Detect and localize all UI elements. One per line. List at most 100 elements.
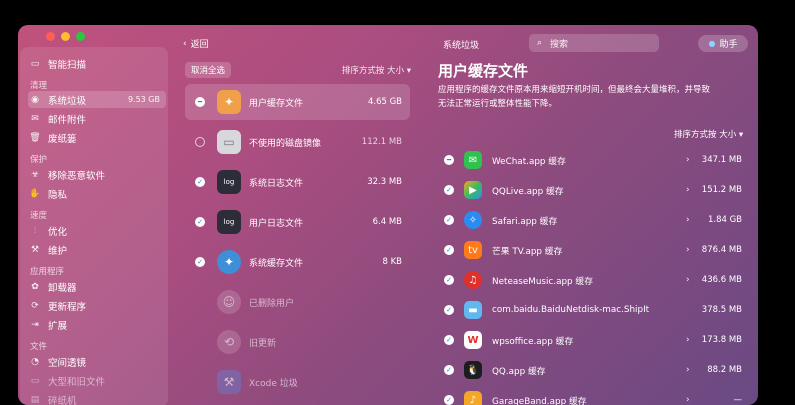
sidebar-item-mail[interactable]: ✉ 邮件附件: [28, 110, 166, 127]
system-junk-size: 9.53 GB: [127, 95, 160, 104]
unchecked-circle-icon[interactable]: [195, 137, 205, 147]
checkmark-icon[interactable]: ✓: [444, 245, 454, 255]
uninstall-icon: ✿: [31, 281, 39, 292]
cache-row[interactable]: ✓ ▬ com.baidu.BaiduNetdisk-mac.ShipIt 37…: [438, 295, 748, 325]
cache-row[interactable]: ✓ tv 芒果 TV.app 缓存 › 876.4 MB: [438, 235, 748, 265]
monitor-icon: ▭: [30, 58, 40, 69]
log-file-icon: log: [217, 170, 241, 194]
chevron-right-icon[interactable]: ›: [686, 275, 690, 285]
assistant-button[interactable]: ● 助手: [698, 35, 748, 52]
close-button[interactable]: [46, 32, 55, 41]
ghost-user-icon: ☺: [217, 290, 241, 314]
chevron-left-icon: ‹: [183, 38, 187, 49]
checkmark-icon[interactable]: ✓: [195, 217, 205, 227]
sidebar-item-maintain[interactable]: ⚒ 维护: [28, 241, 166, 258]
sidebar-item-space-lens[interactable]: ◔ 空间透镜: [28, 353, 166, 370]
checkmark-icon[interactable]: ✓: [444, 335, 454, 345]
hand-icon: ✋: [29, 188, 41, 199]
category-row[interactable]: ▭ 不使用的磁盘镜像 112.1 MB: [185, 124, 410, 160]
sidebar-item-privacy[interactable]: ✋ 隐私: [28, 185, 166, 202]
update-icon: ⟳: [31, 300, 39, 311]
middle-header: 取消全选 排序方式按 大小 ▾: [185, 62, 411, 78]
sidebar-item-large-files[interactable]: ▭ 大型和旧文件: [28, 372, 166, 389]
category-row[interactable]: ⟲ 旧更新: [185, 324, 410, 360]
section-files: 文件: [30, 342, 48, 352]
trash-bin-icon: ◉: [31, 94, 39, 105]
search-field[interactable]: ⌕ 搜索: [529, 34, 659, 52]
deselect-all-button[interactable]: 取消全选: [185, 62, 232, 78]
sidebar: ▭ 智能扫描 清理 ◉ 系统垃圾 9.53 GB ✉ 邮件附件 🗑 废纸篓 保护 ☣ 移除恶…: [20, 47, 168, 405]
category-row[interactable]: ✓ log 系统日志文件 32.3 MB: [185, 164, 410, 200]
section-clean: 清理: [30, 81, 48, 91]
folder-icon: ▭: [30, 375, 40, 386]
sidebar-item-shredder[interactable]: ▤ 碎纸机: [28, 391, 166, 405]
chevron-right-icon[interactable]: ›: [686, 365, 690, 375]
category-row[interactable]: ☺ 已删除用户: [185, 284, 410, 320]
sidebar-item-system-junk[interactable]: ◉ 系统垃圾 9.53 GB: [28, 91, 166, 108]
checkmark-icon[interactable]: ✓: [444, 185, 454, 195]
old-update-icon: ⟲: [217, 330, 241, 354]
mail-icon: ✉: [31, 113, 39, 124]
sidebar-item-smart-scan[interactable]: ▭ 智能扫描: [28, 55, 166, 72]
cache-row[interactable]: ✓ W wpsoffice.app 缓存 › 173.8 MB: [438, 325, 748, 355]
folder-icon: ▬: [464, 301, 482, 319]
cache-row[interactable]: ✓ ♫ NeteaseMusic.app 缓存 › 436.6 MB: [438, 265, 748, 295]
category-row[interactable]: ⚒ Xcode 垃圾: [185, 364, 410, 400]
checkmark-icon[interactable]: ✓: [444, 275, 454, 285]
sidebar-item-malware[interactable]: ☣ 移除恶意软件: [28, 166, 166, 183]
status-dot-icon: ●: [708, 39, 716, 48]
cache-row[interactable]: ✓ 🐧 QQ.app 缓存 › 88.2 MB: [438, 355, 748, 385]
sidebar-item-optimize[interactable]: ⫶ 优化: [28, 222, 166, 239]
minimize-button[interactable]: [61, 32, 70, 41]
qqlive-icon: ▶: [464, 181, 482, 199]
wps-office-icon: W: [464, 331, 482, 349]
partial-check-icon[interactable]: ━: [444, 155, 454, 165]
section-apps: 应用程序: [30, 267, 65, 277]
wechat-icon: ✉: [464, 151, 482, 169]
qq-icon: 🐧: [464, 361, 482, 379]
category-row[interactable]: ✓ ✦ 系统缓存文件 8 KB: [185, 244, 410, 280]
lens-icon: ◔: [31, 356, 39, 367]
sidebar-item-trash[interactable]: 🗑 废纸篓: [28, 129, 166, 146]
safari-icon: ✧: [464, 211, 482, 229]
biohazard-icon: ☣: [30, 169, 40, 180]
chevron-right-icon[interactable]: ›: [686, 185, 690, 195]
chevron-right-icon[interactable]: ›: [686, 245, 690, 255]
chevron-right-icon[interactable]: ›: [686, 335, 690, 345]
chevron-right-icon[interactable]: ›: [686, 155, 690, 165]
checkmark-icon[interactable]: ✓: [444, 395, 454, 405]
back-button[interactable]: ‹ 返回: [183, 37, 209, 51]
section-protect: 保护: [30, 155, 48, 165]
partial-check-icon[interactable]: ━: [195, 97, 205, 107]
detail-sort-dropdown[interactable]: 排序方式按 大小 ▾: [674, 128, 743, 140]
trash-icon: 🗑: [29, 132, 41, 143]
extension-icon: ⇥: [31, 319, 39, 330]
page-title: 系统垃圾: [443, 41, 480, 51]
window-controls: [46, 32, 85, 41]
cache-broom-icon: ✦: [217, 90, 241, 114]
section-speed: 速度: [30, 211, 48, 221]
checkmark-icon[interactable]: ✓: [195, 177, 205, 187]
checkmark-icon[interactable]: ✓: [444, 365, 454, 375]
category-row[interactable]: ✓ log 用户日志文件 6.4 MB: [185, 204, 410, 240]
detail-title: 用户缓存文件: [438, 62, 529, 80]
cache-row[interactable]: ✓ ♪ GarageBand.app 缓存 › —: [438, 385, 748, 405]
cache-row[interactable]: ✓ ▶ QQLive.app 缓存 › 151.2 MB: [438, 175, 748, 205]
cache-row[interactable]: ✓ ✧ Safari.app 缓存 › 1.84 GB: [438, 205, 748, 235]
checkmark-icon[interactable]: ✓: [444, 215, 454, 225]
sliders-icon: ⫶: [33, 225, 37, 236]
category-row[interactable]: ━ ✦ 用户缓存文件 4.65 GB: [185, 84, 410, 120]
search-icon: ⌕: [537, 38, 543, 48]
log-file-icon: log: [217, 210, 241, 234]
zoom-button[interactable]: [76, 32, 85, 41]
checkmark-icon[interactable]: ✓: [444, 305, 454, 315]
sidebar-item-updater[interactable]: ⟳ 更新程序: [28, 297, 166, 314]
chevron-right-icon[interactable]: ›: [686, 395, 690, 405]
middle-sort-dropdown[interactable]: 排序方式按 大小 ▾: [342, 64, 411, 76]
sidebar-item-extensions[interactable]: ⇥ 扩展: [28, 316, 166, 333]
system-cache-icon: ✦: [217, 250, 241, 274]
chevron-right-icon[interactable]: ›: [686, 215, 690, 225]
sidebar-item-uninstaller[interactable]: ✿ 卸载器: [28, 278, 166, 295]
cache-row[interactable]: ━ ✉ WeChat.app 缓存 › 347.1 MB: [438, 145, 748, 175]
checkmark-icon[interactable]: ✓: [195, 257, 205, 267]
